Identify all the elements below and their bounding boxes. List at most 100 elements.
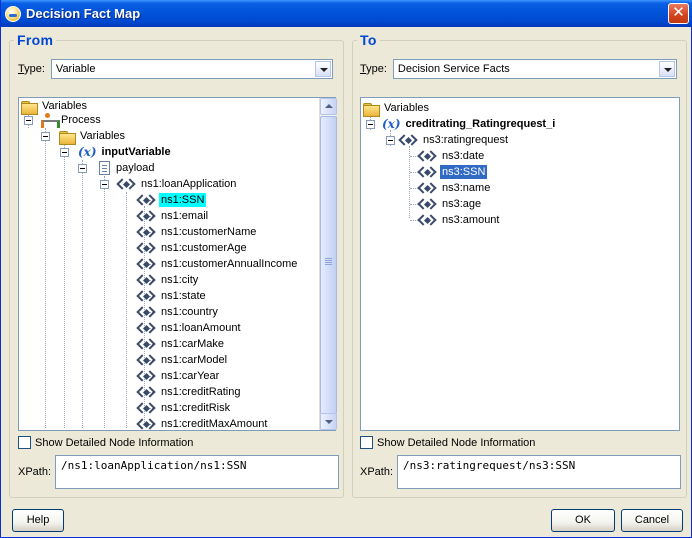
cancel-button[interactable]: Cancel [621, 509, 683, 532]
tree-node-label: ns3:name [442, 182, 491, 194]
tree-node-field[interactable]: ns1:creditRisk [138, 400, 232, 416]
from-type-label: Type: [18, 63, 45, 75]
to-show-details-checkbox[interactable] [360, 436, 373, 449]
tree-node-label: ns1:creditRisk [161, 402, 231, 414]
variable-icon: (x) [78, 145, 97, 159]
from-show-details-checkbox[interactable] [18, 436, 31, 449]
element-icon [138, 402, 156, 414]
tree-node-field[interactable]: ns1:SSN [138, 192, 207, 208]
tree-node-field[interactable]: ns1:state [138, 288, 208, 304]
tree-node-label: ns3:age [442, 198, 482, 210]
collapse-toggle[interactable] [386, 136, 395, 145]
from-group: From Type: Variable Variables Process Va… [9, 32, 344, 498]
scroll-thumb[interactable] [320, 116, 337, 414]
element-icon [138, 370, 156, 382]
to-type-select[interactable]: Decision Service Facts [392, 59, 677, 79]
tree-node-field[interactable]: ns3:age [419, 196, 483, 212]
tree-node-label: ns3:date [442, 150, 485, 162]
to-xpath-field[interactable]: /ns3:ratingrequest/ns3:SSN [397, 455, 682, 489]
decision-fact-map-dialog: Decision Fact Map ✕ From Type: Variable … [0, 0, 692, 538]
tree-node-label: ns3:amount [442, 214, 500, 226]
tree-node-field[interactable]: ns1:customerAnnualIncome [138, 256, 299, 272]
chevron-down-icon[interactable] [314, 61, 331, 77]
to-tree[interactable]: Variables (x) creditrating_Ratingrequest… [360, 97, 680, 431]
tree-node-label: ns1:state [161, 290, 206, 302]
title-bar[interactable]: Decision Fact Map ✕ [1, 0, 692, 27]
tree-node-field[interactable]: ns1:creditRating [138, 384, 243, 400]
from-type-row: Type: Variable [18, 59, 333, 79]
tree-node-label: ns1:SSN [159, 193, 207, 207]
collapse-toggle[interactable] [60, 148, 69, 157]
tree-node-field[interactable]: ns1:city [138, 272, 200, 288]
folder-icon [59, 130, 76, 145]
window-title: Decision Fact Map [26, 6, 141, 21]
element-icon [138, 386, 156, 398]
folder-icon [363, 102, 380, 117]
from-show-details-row[interactable]: Show Detailed Node Information [18, 436, 193, 449]
collapse-toggle[interactable] [41, 132, 50, 141]
to-group: To Type: Decision Service Facts Variable… [352, 32, 687, 498]
tree-node-label: ns1:city [161, 274, 199, 286]
tree-node-field[interactable]: ns3:amount [419, 212, 501, 228]
tree-node-field[interactable]: ns1:carModel [138, 352, 229, 368]
from-type-select[interactable]: Variable [50, 59, 333, 79]
close-button[interactable]: ✕ [668, 3, 689, 24]
to-xpath-row: XPath: /ns3:ratingrequest/ns3:SSN [360, 455, 682, 489]
tree-node-label: ns1:carMake [161, 338, 224, 350]
tree-node-variables[interactable]: Variables [363, 100, 431, 117]
scroll-up-button[interactable] [320, 98, 337, 115]
process-icon [40, 113, 60, 128]
collapse-toggle[interactable] [24, 116, 33, 125]
to-type-row: Type: Decision Service Facts [360, 59, 677, 79]
from-xpath-label: XPath: [18, 466, 52, 478]
tree-node-label: ns1:carYear [161, 370, 220, 382]
element-icon [138, 322, 156, 334]
tree-node-process-variables[interactable]: Variables [59, 128, 127, 145]
tree-node-field[interactable]: ns1:country [138, 304, 220, 320]
collapse-toggle[interactable] [100, 180, 109, 189]
from-tree-scrollbar[interactable] [319, 98, 337, 430]
collapse-toggle[interactable] [78, 164, 87, 173]
tree-node-field[interactable]: ns1:email [138, 208, 210, 224]
element-icon [138, 306, 156, 318]
tree-node-input-variable[interactable]: (x) inputVariable [78, 144, 173, 160]
collapse-toggle[interactable] [366, 120, 375, 129]
from-tree[interactable]: Variables Process Variables (x) inputVar… [18, 97, 336, 431]
to-type-label: Type: [360, 63, 387, 75]
help-button[interactable]: Help [12, 509, 64, 532]
to-type-value: Decision Service Facts [397, 63, 510, 75]
chevron-down-icon[interactable] [658, 61, 675, 77]
element-icon [400, 134, 418, 146]
tree-node-field[interactable]: ns1:customerName [138, 224, 258, 240]
tree-node-label: ns1:customerName [161, 226, 257, 238]
from-xpath-field[interactable]: /ns1:loanApplication/ns1:SSN [55, 455, 340, 489]
element-icon [118, 178, 136, 190]
tree-node-payload[interactable]: payload [99, 160, 157, 176]
tree-node-field[interactable]: ns1:creditMaxAmount [138, 416, 269, 430]
element-icon [138, 290, 156, 302]
to-show-details-label: Show Detailed Node Information [377, 436, 536, 449]
from-type-value: Variable [55, 63, 96, 75]
tree-node-field[interactable]: ns3:date [419, 148, 486, 164]
close-icon: ✕ [672, 4, 685, 21]
tree-node-field[interactable]: ns1:customerAge [138, 240, 249, 256]
tree-node-field[interactable]: ns3:name [419, 180, 492, 196]
tree-node-field[interactable]: ns1:carYear [138, 368, 221, 384]
tree-node-field[interactable]: ns1:carMake [138, 336, 226, 352]
tree-node-rating-request[interactable]: ns3:ratingrequest [400, 132, 510, 148]
to-legend: To [357, 32, 380, 48]
from-legend: From [14, 32, 57, 48]
to-show-details-row[interactable]: Show Detailed Node Information [360, 436, 535, 449]
ok-button[interactable]: OK [551, 509, 615, 532]
tree-node-process[interactable]: Process [40, 112, 103, 128]
tree-node-field[interactable]: ns1:loanAmount [138, 320, 243, 336]
tree-node-loan-application[interactable]: ns1:loanApplication [118, 176, 238, 192]
tree-node-label: ns1:carModel [161, 354, 228, 366]
element-icon [138, 418, 156, 430]
tree-node-field[interactable]: ns3:SSN [419, 164, 488, 180]
scroll-down-button[interactable] [320, 413, 337, 430]
element-icon [138, 338, 156, 350]
app-icon [5, 5, 21, 22]
element-icon [138, 258, 156, 270]
tree-node-rating-variable[interactable]: (x) creditrating_Ratingrequest_i [382, 116, 557, 132]
